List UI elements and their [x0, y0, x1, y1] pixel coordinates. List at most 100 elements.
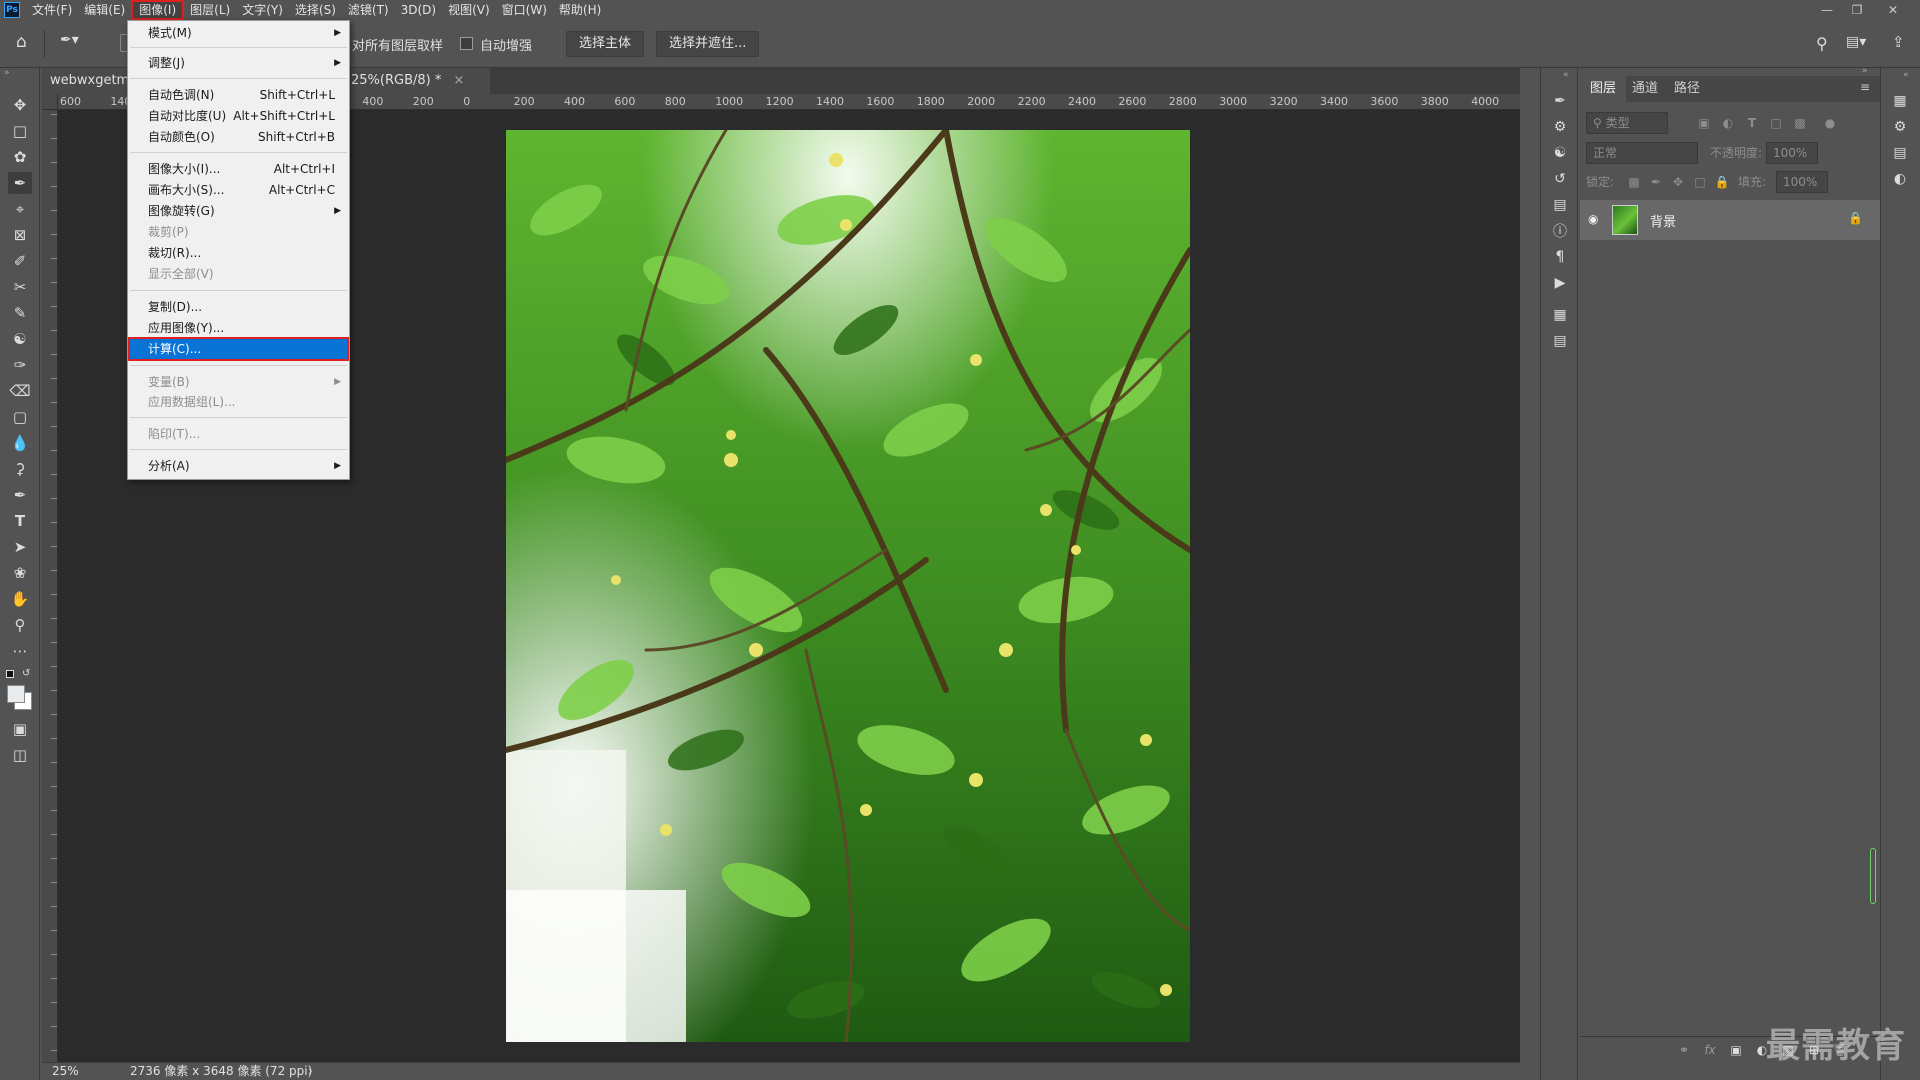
close-tab-icon[interactable]: × — [454, 73, 465, 88]
expand-right-icon[interactable]: « — [1903, 70, 1909, 80]
swap-colors-icon[interactable]: ↺ — [22, 668, 30, 679]
info-icon[interactable]: ⓘ — [1548, 220, 1572, 242]
layer-lock-icon[interactable]: 🔒 — [1848, 211, 1863, 225]
filter-adjustment-icon[interactable]: ◐ — [1720, 115, 1736, 131]
menu-item-calculations[interactable]: 计算(C)... — [128, 337, 349, 361]
move-tool-icon[interactable]: ✥ — [8, 94, 32, 116]
menu-item-duplicate[interactable]: 复制(D)... — [130, 297, 347, 317]
gradient-tool-icon[interactable]: ▢ — [8, 406, 32, 428]
clone-source-icon[interactable]: ☯ — [1548, 142, 1572, 164]
adjustments-icon[interactable]: ⚙ — [1548, 116, 1572, 138]
menu-item-trim[interactable]: 裁切(R)... — [130, 243, 347, 263]
actions-play-icon[interactable]: ▶ — [1548, 272, 1572, 294]
lock-position-icon[interactable]: ✥ — [1670, 174, 1686, 190]
hand-tool-icon[interactable]: ✋ — [8, 588, 32, 610]
frame-tool-icon[interactable]: ⊠ — [8, 224, 32, 246]
menu-help[interactable]: 帮助(H) — [553, 0, 607, 20]
foreground-color-swatch[interactable] — [7, 685, 25, 703]
collapse-panel-icon[interactable]: » — [1862, 66, 1868, 76]
zoom-level[interactable]: 25% — [52, 1063, 79, 1080]
blur-tool-icon[interactable]: 💧 — [8, 432, 32, 454]
menu-edit[interactable]: 编辑(E) — [78, 0, 131, 20]
menu-image[interactable]: 图像(I) — [131, 0, 185, 20]
close-window-icon[interactable]: ✕ — [1878, 0, 1908, 20]
shape-tool-icon[interactable]: ❀ — [8, 562, 32, 584]
filter-toggle-icon[interactable]: ● — [1822, 115, 1838, 131]
crop-tool-icon[interactable]: ⌖ — [8, 198, 32, 220]
menu-item-mode[interactable]: 模式(M) ▶ — [130, 23, 347, 43]
history-brush-tool-icon[interactable]: ✑ — [8, 354, 32, 376]
opacity-input[interactable]: 100% — [1766, 142, 1818, 164]
document-tab-1[interactable]: webwxgetms — [42, 68, 136, 94]
menu-item-auto-contrast[interactable]: 自动对比度(U) Alt+Shift+Ctrl+L — [130, 106, 347, 126]
marquee-tool-icon[interactable]: □ — [8, 120, 32, 142]
select-subject-button[interactable]: 选择主体 — [566, 31, 645, 57]
brush-settings-icon[interactable]: ✒ — [1548, 90, 1572, 112]
filter-type-icon[interactable]: T — [1744, 115, 1760, 131]
quick-select-brush-icon[interactable]: ✒▾ — [60, 32, 96, 54]
menu-view[interactable]: 视图(V) — [442, 0, 496, 20]
default-colors-icon[interactable] — [6, 670, 14, 678]
link-layers-icon[interactable]: ⚭ — [1676, 1042, 1692, 1058]
menu-filter[interactable]: 滤镜(T) — [342, 0, 395, 20]
restore-icon[interactable]: ❐ — [1842, 0, 1872, 20]
layer-row-background[interactable]: ◉ 背景 🔒 — [1580, 200, 1880, 240]
visibility-eye-icon[interactable]: ◉ — [1588, 212, 1598, 226]
eraser-tool-icon[interactable]: ⌫ — [8, 380, 32, 402]
filter-smart-object-icon[interactable]: ▩ — [1792, 115, 1808, 131]
tab-channels[interactable]: 通道 — [1622, 76, 1668, 102]
panel-menu-icon[interactable]: ≡ — [1860, 80, 1870, 94]
document-tab-2[interactable]: 25%(RGB/8) * × — [342, 68, 490, 94]
color-icon[interactable]: ◐ — [1888, 168, 1912, 190]
auto-enhance-checkbox[interactable] — [460, 37, 473, 50]
libraries-icon[interactable]: ▦ — [1548, 304, 1572, 326]
menu-file[interactable]: 文件(F) — [26, 0, 78, 20]
filter-kind-select[interactable]: ⚲ 类型 — [1586, 112, 1668, 134]
document-info[interactable]: 2736 像素 x 3648 像素 (72 ppi) — [130, 1063, 312, 1080]
tab-layers[interactable]: 图层 — [1580, 76, 1627, 102]
menu-item-image-rotation[interactable]: 图像旋转(G) ▶ — [130, 201, 347, 221]
fill-input[interactable]: 100% — [1776, 171, 1828, 193]
menu-layer[interactable]: 图层(L) — [184, 0, 236, 20]
zoom-tool-icon[interactable]: ⚲ — [8, 614, 32, 636]
menu-item-auto-tone[interactable]: 自动色调(N) Shift+Ctrl+L — [130, 85, 347, 105]
menu-window[interactable]: 窗口(W) — [496, 0, 553, 20]
select-and-mask-button[interactable]: 选择并遮住... — [656, 31, 760, 57]
lock-image-icon[interactable]: ✒ — [1648, 174, 1664, 190]
status-menu-chevron-icon[interactable]: › — [308, 1063, 313, 1080]
lock-all-icon[interactable]: 🔒 — [1714, 174, 1730, 190]
minimize-icon[interactable]: — — [1812, 0, 1842, 20]
layer-name[interactable]: 背景 — [1650, 211, 1676, 230]
menu-item-analysis[interactable]: 分析(A) ▶ — [130, 456, 347, 476]
menu-item-adjust[interactable]: 调整(J) ▶ — [130, 53, 347, 73]
add-mask-icon[interactable]: ▣ — [1728, 1042, 1744, 1058]
panel-scrollbar[interactable] — [1870, 848, 1876, 904]
quick-mask-icon[interactable]: ▣ — [8, 718, 32, 740]
lock-artboard-icon[interactable]: □ — [1692, 174, 1708, 190]
menu-type[interactable]: 文字(Y) — [236, 0, 289, 20]
filter-pixel-icon[interactable]: ▣ — [1696, 115, 1712, 131]
lasso-tool-icon[interactable]: ✿ — [8, 146, 32, 168]
share-icon[interactable]: ⇪ — [1892, 33, 1905, 51]
menu-item-apply-image[interactable]: 应用图像(Y)... — [130, 318, 347, 338]
menu-3d[interactable]: 3D(D) — [395, 0, 442, 20]
workspace-icon[interactable]: ▤▾ — [1846, 34, 1866, 50]
dodge-tool-icon[interactable]: ⚳ — [8, 458, 32, 480]
collapse-toolbar-icon[interactable]: » — [4, 68, 10, 78]
search-icon[interactable]: ⚲ — [1816, 34, 1828, 53]
clone-stamp-tool-icon[interactable]: ☯ — [8, 328, 32, 350]
layer-style-fx-icon[interactable]: fx — [1702, 1042, 1718, 1058]
menu-item-auto-color[interactable]: 自动颜色(O) Shift+Ctrl+B — [130, 127, 347, 147]
path-selection-tool-icon[interactable]: ➤ — [8, 536, 32, 558]
history-icon[interactable]: ↺ — [1548, 168, 1572, 190]
tab-paths[interactable]: 路径 — [1664, 76, 1710, 102]
navigator-icon[interactable]: ⚙ — [1888, 116, 1912, 138]
filter-shape-icon[interactable]: □ — [1768, 115, 1784, 131]
menu-select[interactable]: 选择(S) — [289, 0, 342, 20]
sample-all-layers-label[interactable]: 对所有图层取样 — [352, 35, 443, 54]
menu-item-image-size[interactable]: 图像大小(I)... Alt+Ctrl+I — [130, 159, 347, 179]
character-icon[interactable]: ¶ — [1548, 246, 1572, 268]
lock-transparent-icon[interactable]: ▩ — [1626, 174, 1642, 190]
pen-tool-icon[interactable]: ✒ — [8, 484, 32, 506]
menu-item-canvas-size[interactable]: 画布大小(S)... Alt+Ctrl+C — [130, 180, 347, 200]
